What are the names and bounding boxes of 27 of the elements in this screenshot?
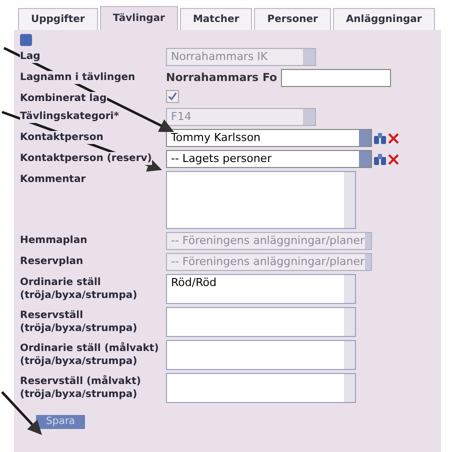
- field-label: Lag: [20, 50, 40, 63]
- field-label: Tävlingskategori*: [20, 110, 119, 123]
- field-label: Reservplan: [20, 255, 84, 268]
- text-area[interactable]: [166, 373, 356, 403]
- document-icon: [20, 34, 32, 46]
- tab[interactable]: Anläggningar: [332, 8, 435, 30]
- binoculars-icon[interactable]: [374, 154, 386, 164]
- tab[interactable]: Tävlingar: [100, 6, 178, 30]
- tab[interactable]: Uppgifter: [18, 8, 98, 30]
- text-area[interactable]: [166, 340, 356, 370]
- field-label: Kontaktperson: [20, 131, 104, 144]
- field-label: Hemmaplan: [20, 234, 88, 247]
- tab[interactable]: Matcher: [180, 8, 252, 30]
- field-label: Kombinerat lag: [20, 92, 107, 105]
- input-field[interactable]: [281, 69, 392, 87]
- text-area[interactable]: [166, 307, 356, 337]
- delete-icon[interactable]: [388, 132, 399, 144]
- field-label: Kontaktperson (reserv): [20, 152, 152, 165]
- delete-icon[interactable]: [388, 154, 399, 164]
- field-label: Lagnamn i tävlingen: [20, 71, 136, 84]
- team-name-prefix: Norrahammars Fo: [166, 70, 278, 86]
- dropdown[interactable]: Tommy Karlsson: [166, 129, 372, 147]
- tab[interactable]: Personer: [254, 8, 331, 30]
- text-area[interactable]: [166, 171, 356, 229]
- dropdown[interactable]: -- Lagets personer: [166, 150, 372, 168]
- binoculars-icon[interactable]: [374, 132, 386, 144]
- text-area[interactable]: Röd/Röd: [166, 274, 356, 304]
